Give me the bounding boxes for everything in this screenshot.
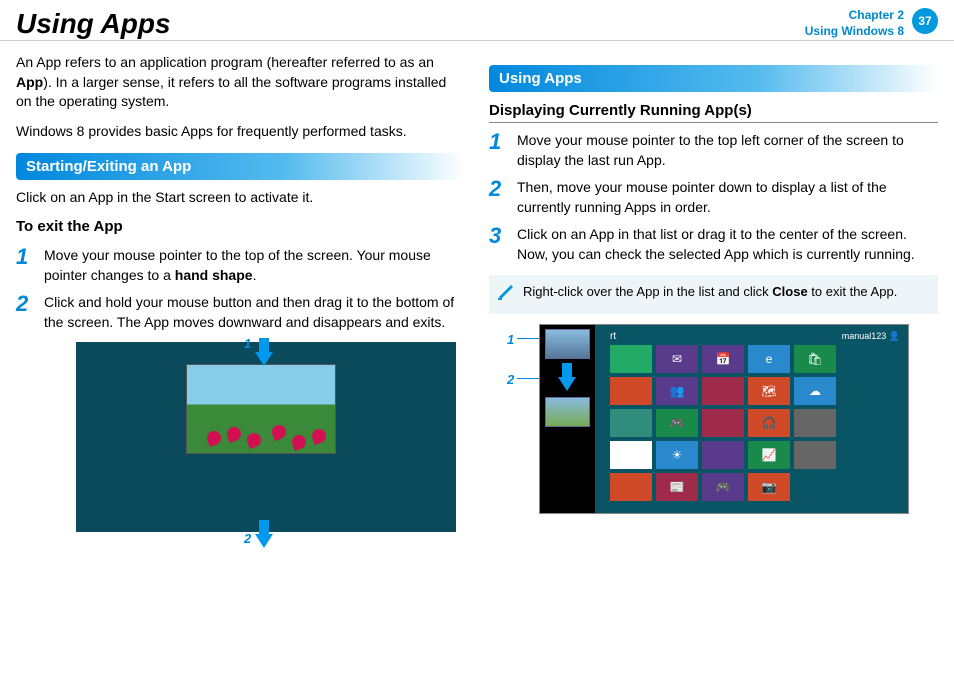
arrow-body bbox=[562, 363, 572, 377]
header-right: Chapter 2 Using Windows 8 37 bbox=[805, 8, 938, 39]
tile-video bbox=[702, 409, 744, 437]
arrow-2-body bbox=[259, 520, 269, 534]
content-area: An App refers to an application program … bbox=[0, 53, 954, 542]
arrow-down-icon bbox=[558, 377, 576, 391]
tile-weather: ☀ bbox=[656, 441, 698, 469]
app-switcher-bar bbox=[540, 325, 595, 513]
section-heading-starting: Starting/Exiting an App bbox=[16, 153, 465, 180]
tile-maps: 🗺 bbox=[748, 377, 790, 405]
app-thumb-1 bbox=[545, 329, 590, 359]
page-header: Using Apps Chapter 2 Using Windows 8 37 bbox=[0, 0, 954, 41]
tile-grid: ✉ 📅 e 🛍 👥 🗺 ☁ 🎮 🎧 ☀ bbox=[610, 345, 836, 501]
intro-paragraph-2: Windows 8 provides basic Apps for freque… bbox=[16, 122, 465, 142]
tile-skydrive: ☁ bbox=[794, 377, 836, 405]
subheading-displaying: Displaying Currently Running App(s) bbox=[489, 102, 938, 123]
display-step-2: 2 Then, move your mouse pointer down to … bbox=[489, 178, 938, 217]
step-text: Move your mouse pointer to the top left … bbox=[517, 131, 938, 170]
display-step-1: 1 Move your mouse pointer to the top lef… bbox=[489, 131, 938, 170]
user-label: manual123 👤 bbox=[842, 331, 900, 342]
start-label: rt bbox=[610, 331, 616, 342]
tile bbox=[610, 377, 652, 405]
exit-step-2: 2 Click and hold your mouse button and t… bbox=[16, 293, 465, 332]
tile-finance: 📈 bbox=[748, 441, 790, 469]
step-number: 3 bbox=[489, 225, 507, 264]
arrow-down-icon bbox=[255, 534, 273, 548]
arrow-1-body bbox=[259, 338, 269, 352]
tile-store: 🛍 bbox=[794, 345, 836, 373]
step-number: 2 bbox=[489, 178, 507, 217]
tile bbox=[610, 473, 652, 501]
app-thumbnail bbox=[186, 364, 336, 454]
arrow-down-icon bbox=[255, 352, 273, 366]
tile-camera: 📷 bbox=[748, 473, 790, 501]
callout-1: 1 bbox=[507, 332, 514, 347]
tile-music: 🎧 bbox=[748, 409, 790, 437]
note-text: Right-click over the App in the list and… bbox=[523, 283, 897, 306]
callout-2: 2 bbox=[507, 372, 514, 387]
note-box: Right-click over the App in the list and… bbox=[489, 275, 938, 314]
tile bbox=[702, 441, 744, 469]
illustration-exit-app: 1 2 bbox=[76, 342, 456, 532]
tile-xbox: 🎮 bbox=[656, 409, 698, 437]
tile bbox=[794, 441, 836, 469]
illustration-start-screen: rt manual123 👤 ✉ 📅 e 🛍 👥 🗺 ☁ 🎮 bbox=[539, 324, 909, 514]
tile: 🎮 bbox=[702, 473, 744, 501]
tile-calendar: 📅 bbox=[702, 345, 744, 373]
tile bbox=[610, 441, 652, 469]
step-text: Move your mouse pointer to the top of th… bbox=[44, 246, 465, 285]
illustration-1-wrap: 1 2 bbox=[16, 342, 465, 532]
tile bbox=[794, 409, 836, 437]
tile-mail: ✉ bbox=[656, 345, 698, 373]
step-text: Then, move your mouse pointer down to di… bbox=[517, 178, 938, 217]
step-text: Click and hold your mouse button and the… bbox=[44, 293, 465, 332]
right-column: Using Apps Displaying Currently Running … bbox=[489, 53, 938, 542]
tile-ie: e bbox=[748, 345, 790, 373]
step-number: 1 bbox=[489, 131, 507, 170]
callout-1: 1 bbox=[244, 336, 251, 351]
tile bbox=[610, 409, 652, 437]
callout-2: 2 bbox=[244, 531, 251, 546]
note-icon bbox=[497, 283, 515, 306]
exit-step-1: 1 Move your mouse pointer to the top of … bbox=[16, 246, 465, 285]
step-text: Click on an App in that list or drag it … bbox=[517, 225, 938, 264]
step-number: 2 bbox=[16, 293, 34, 332]
left-column: An App refers to an application program … bbox=[16, 53, 465, 542]
chapter-info: Chapter 2 Using Windows 8 bbox=[805, 8, 904, 39]
page-number-badge: 37 bbox=[912, 8, 938, 34]
click-instruction: Click on an App in the Start screen to a… bbox=[16, 188, 465, 208]
step-number: 1 bbox=[16, 246, 34, 285]
display-step-3: 3 Click on an App in that list or drag i… bbox=[489, 225, 938, 264]
tile-news: 📰 bbox=[656, 473, 698, 501]
illustration-2-wrap: 1 2 rt manual123 👤 ✉ 📅 bbox=[539, 324, 938, 514]
app-thumb-2 bbox=[545, 397, 590, 427]
tile bbox=[610, 345, 652, 373]
page-title: Using Apps bbox=[16, 8, 171, 40]
section-heading-using-apps: Using Apps bbox=[489, 65, 938, 92]
tile-people: 👥 bbox=[656, 377, 698, 405]
chapter-line2: Using Windows 8 bbox=[805, 24, 904, 40]
chapter-line1: Chapter 2 bbox=[805, 8, 904, 24]
exit-heading: To exit the App bbox=[16, 218, 465, 238]
tile-photos bbox=[702, 377, 744, 405]
intro-paragraph-1: An App refers to an application program … bbox=[16, 53, 465, 112]
